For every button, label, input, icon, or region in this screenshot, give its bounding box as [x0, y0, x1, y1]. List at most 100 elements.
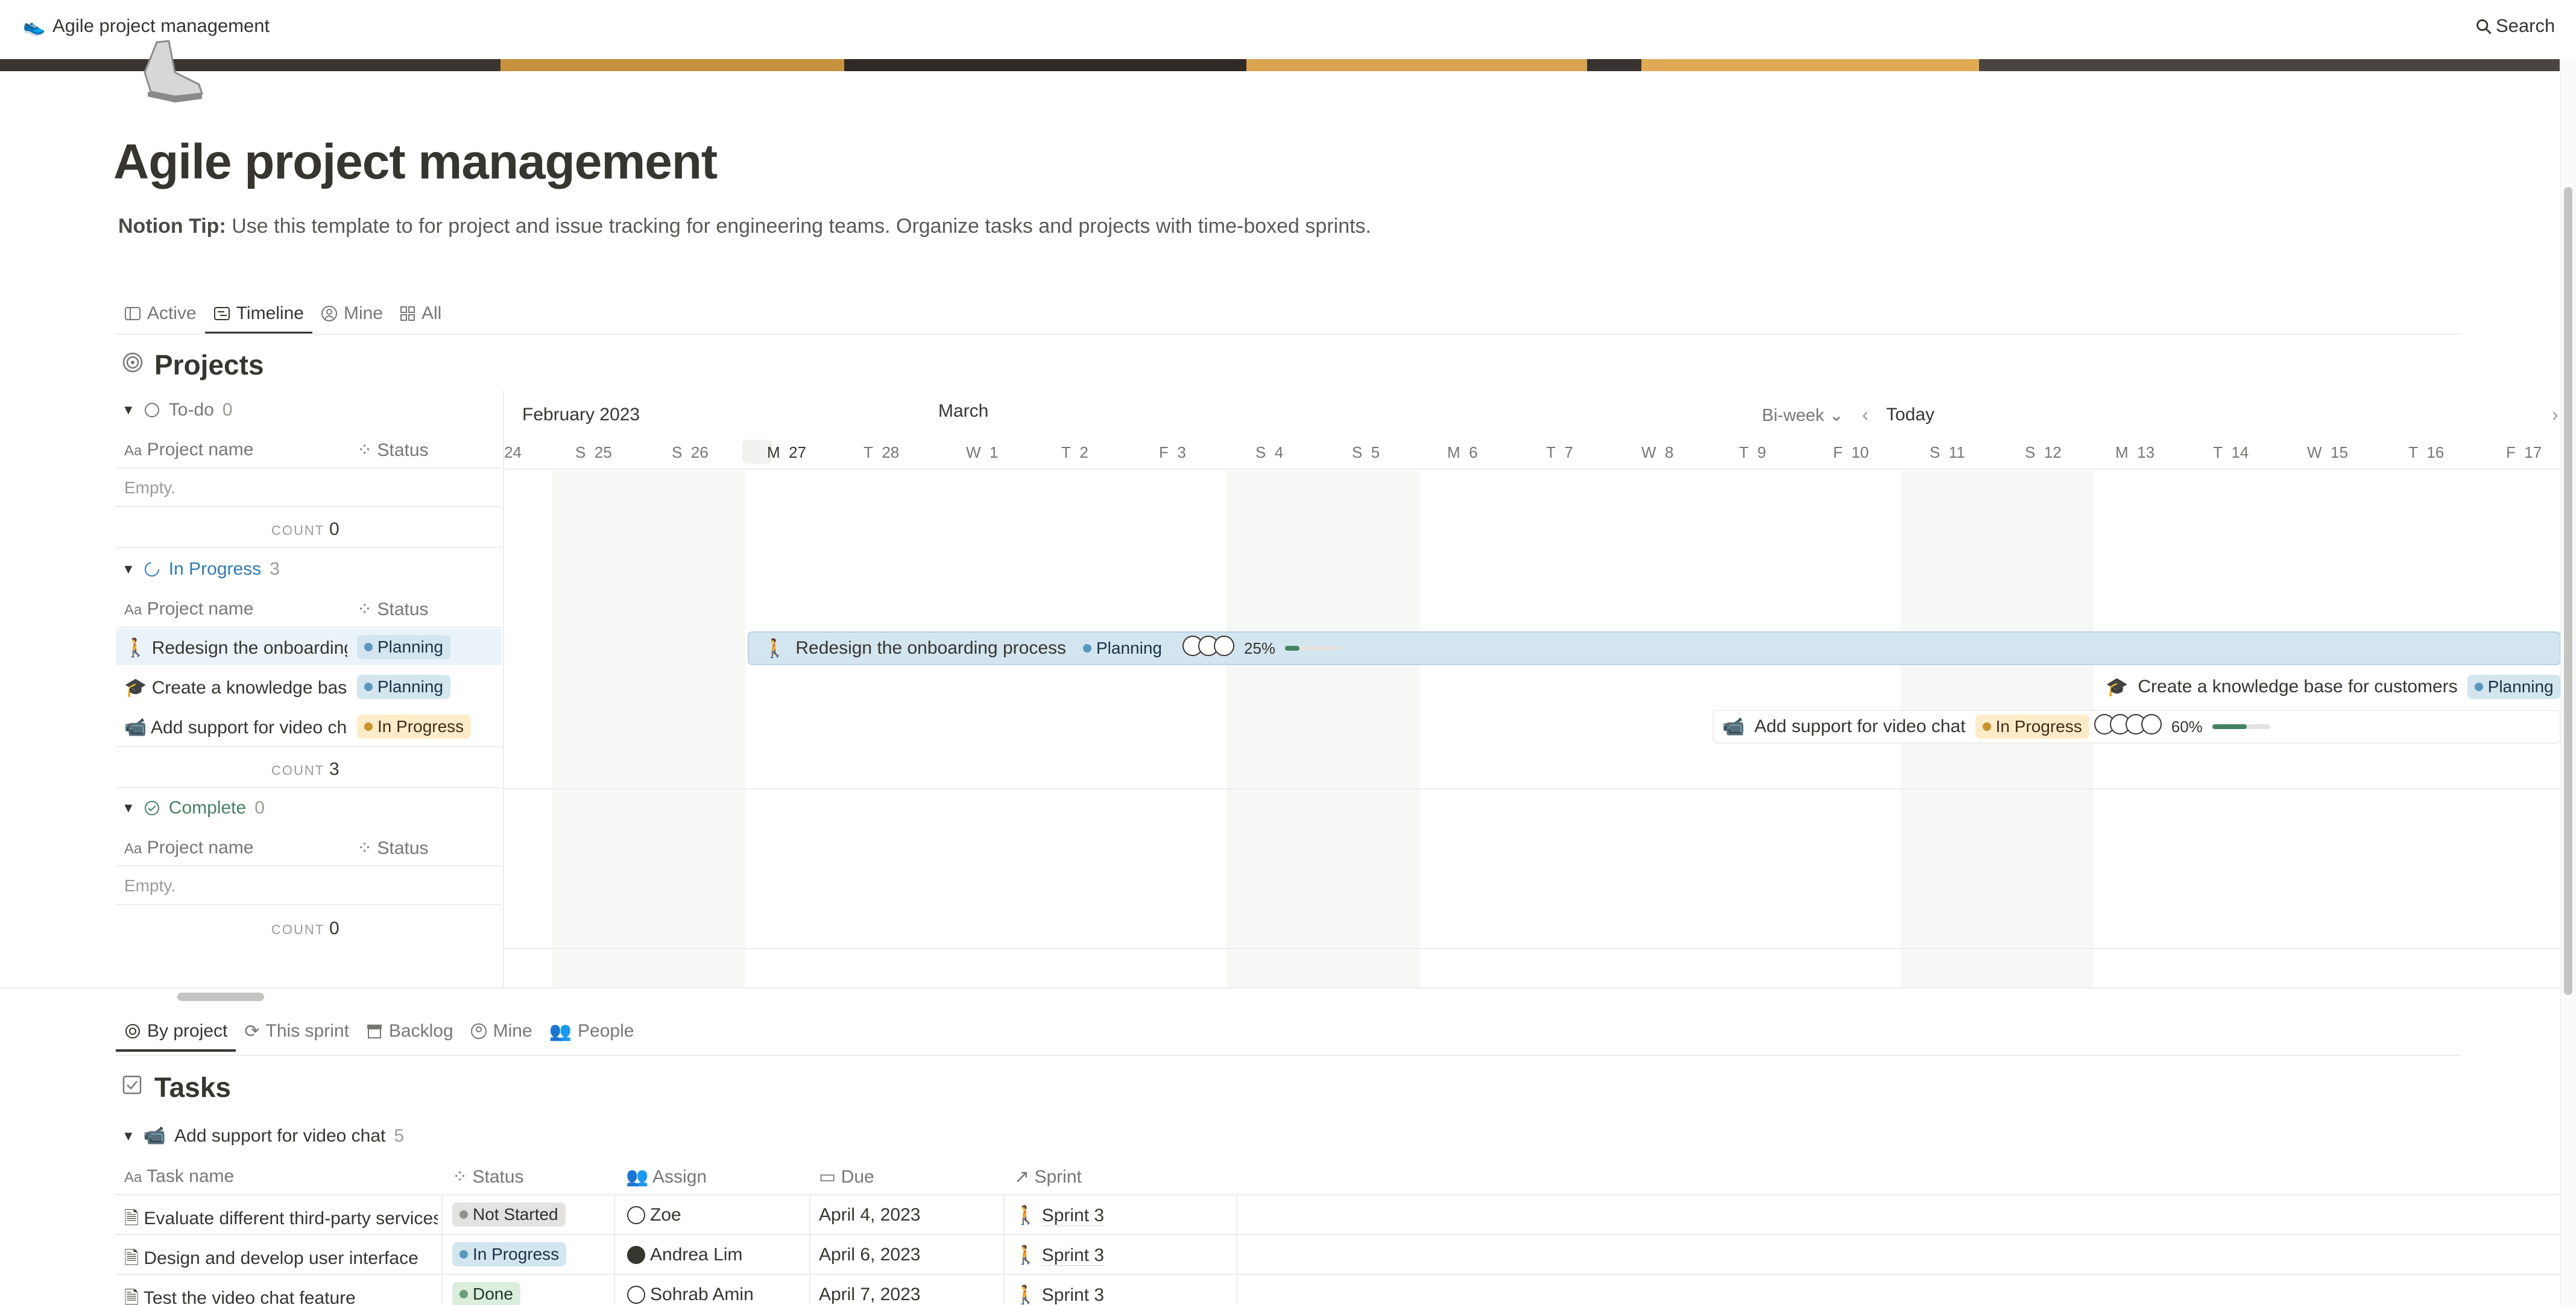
timeline-bar[interactable]: 🚶 Redesign the onboarding process Planni…	[748, 631, 2561, 665]
prev-arrow-icon[interactable]: ‹	[1862, 403, 1869, 426]
toggle-triangle-icon[interactable]: ▼	[122, 561, 135, 577]
toggle-triangle-icon[interactable]: ▼	[122, 800, 135, 816]
horizontal-scrollbar[interactable]	[177, 993, 264, 1001]
task-name-cell[interactable]: 🗎 Evaluate different third-party service…	[124, 1205, 438, 1236]
cover-segment	[0, 59, 500, 71]
target-icon	[125, 1024, 140, 1038]
circle-status-icon	[144, 562, 159, 577]
shoe-icon[interactable]	[115, 36, 205, 115]
task-name: Design and develop user interface	[144, 1248, 418, 1268]
tab-mine[interactable]: Mine	[312, 295, 391, 332]
column-header-task-name[interactable]: Aa Task name	[124, 1166, 234, 1187]
checkbox-icon	[122, 1075, 142, 1095]
group-todo-header[interactable]: ▼ To-do 0	[122, 400, 233, 420]
table-row[interactable]: 🗎 Test the video chat feature Done Sohra…	[116, 1275, 2560, 1305]
sprint-link[interactable]: Sprint 3	[1041, 1205, 1105, 1226]
group-count: 0	[254, 798, 265, 818]
table-row[interactable]: 📹 Add support for video chat In Progress	[116, 709, 502, 745]
status-cell[interactable]: Not Started	[452, 1202, 566, 1227]
status-badge: In Progress	[357, 715, 472, 739]
sprint-cell[interactable]: 🚶 Sprint 3	[1014, 1205, 1105, 1226]
page-icon-small[interactable]: 👟	[23, 16, 45, 37]
column-header-status[interactable]: ⁘ Status	[357, 599, 429, 620]
sprint-cell[interactable]: 🚶 Sprint 3	[1014, 1245, 1105, 1266]
day-label: M 6	[1447, 443, 1478, 461]
status-cell[interactable]: In Progress	[452, 1242, 567, 1266]
sprint-link[interactable]: Sprint 3	[1041, 1285, 1105, 1305]
divider	[0, 987, 2560, 988]
column-header-status[interactable]: ⁘ Status	[452, 1166, 524, 1187]
next-arrow-icon[interactable]: ›	[2552, 403, 2559, 426]
table-row[interactable]: 🗎 Design and develop user interface In P…	[116, 1235, 2560, 1274]
timeline-canvas[interactable]: February 2023 March Bi-week ⌄ ‹ Today › …	[503, 390, 2561, 987]
projects-table: ▼ To-do 0 Aa Project name ⁘ Status Empty…	[116, 390, 502, 987]
due-cell[interactable]: April 4, 2023	[819, 1205, 920, 1225]
tab-timeline[interactable]: Timeline	[204, 295, 312, 334]
table-row[interactable]: 🗎 Evaluate different third-party service…	[116, 1195, 2560, 1234]
tab-active[interactable]: Active	[116, 295, 205, 332]
scale-select[interactable]: Bi-week ⌄	[1762, 405, 1844, 426]
search-icon	[2477, 19, 2492, 34]
document-icon: 🗎	[124, 1209, 139, 1228]
tasks-title: Tasks	[154, 1072, 232, 1103]
status-cell[interactable]: In Progress	[357, 715, 472, 739]
due-cell[interactable]: April 6, 2023	[819, 1245, 920, 1265]
video-camera-icon: 📹	[143, 1126, 166, 1146]
task-name-cell[interactable]: 🗎 Design and develop user interface	[124, 1245, 438, 1275]
tip-label: Notion Tip:	[118, 215, 226, 238]
column-header-name[interactable]: Aa Project name	[124, 440, 253, 460]
column-header-due[interactable]: ▭ Due	[819, 1166, 874, 1187]
timeline-bar[interactable]: 📹 Add support for video chat In Progress…	[1713, 710, 2561, 744]
column-header-status[interactable]: ⁘ Status	[357, 838, 429, 859]
tab-this-sprint[interactable]: ⟳ This sprint	[236, 1013, 358, 1049]
status-badge: In Progress	[1975, 715, 2089, 739]
column-header-name[interactable]: Aa Project name	[124, 838, 253, 858]
column-header-name[interactable]: Aa Project name	[124, 599, 253, 619]
toggle-triangle-icon[interactable]: ▼	[122, 1128, 135, 1144]
day-label: T 28	[863, 443, 900, 461]
sprint-link[interactable]: Sprint 3	[1041, 1245, 1105, 1266]
tab-backlog[interactable]: Backlog	[358, 1013, 462, 1049]
tab-people[interactable]: 👥 People	[541, 1013, 643, 1049]
column-header-sprint[interactable]: ↗ Sprint	[1014, 1166, 1082, 1187]
group-complete-header[interactable]: ▼ Complete 0	[122, 798, 265, 818]
project-name-cell[interactable]: 🚶 Redesign the onboarding process	[124, 637, 347, 659]
status-label: In Progress	[473, 1245, 560, 1263]
task-name-cell[interactable]: 🗎 Test the video chat feature	[124, 1284, 438, 1305]
assignee-avatars	[2094, 714, 2162, 739]
day-label: M 13	[2115, 443, 2155, 461]
task-group-header[interactable]: ▼ 📹 Add support for video chat 5	[122, 1125, 404, 1146]
tab-mine[interactable]: Mine	[462, 1013, 541, 1049]
divider	[116, 787, 502, 788]
vertical-scrollbar[interactable]	[2564, 187, 2572, 995]
status-cell[interactable]: Done	[452, 1282, 520, 1305]
status-cell[interactable]: Planning	[357, 675, 450, 699]
group-label: To-do	[168, 400, 214, 420]
table-row[interactable]: 🚶 Redesign the onboarding process Planni…	[116, 629, 502, 665]
today-button[interactable]: Today	[1886, 405, 1934, 425]
assign-cell[interactable]: Zoe	[627, 1205, 681, 1225]
tab-all[interactable]: All	[391, 295, 450, 332]
project-name-cell[interactable]: 📹 Add support for video chat	[124, 717, 347, 738]
cover-segment	[1979, 59, 2560, 71]
tab-by-project[interactable]: By project	[116, 1013, 236, 1052]
walk-icon: 🚶	[763, 638, 786, 659]
toggle-triangle-icon[interactable]: ▼	[122, 402, 135, 418]
status-icon: ⁘	[357, 599, 373, 619]
table-row[interactable]: 🎓 Create a knowledge base for customers …	[116, 669, 502, 705]
due-cell[interactable]: April 7, 2023	[819, 1284, 920, 1305]
sprint-cell[interactable]: 🚶 Sprint 3	[1014, 1284, 1105, 1305]
project-name-cell[interactable]: 🎓 Create a knowledge base for customers	[124, 677, 347, 698]
breadcrumb-title[interactable]: Agile project management	[52, 15, 270, 37]
timeline-bar[interactable]: 🎓 Create a knowledge base for customers …	[2096, 670, 2561, 704]
day-label: M 27	[767, 443, 807, 461]
search-button[interactable]: Search	[2475, 15, 2555, 37]
column-header-assign[interactable]: 👥 Assign	[626, 1166, 707, 1187]
column-header-status[interactable]: ⁘ Status	[357, 440, 429, 461]
assign-cell[interactable]: Andrea Lim	[627, 1245, 742, 1265]
divider	[116, 547, 502, 548]
status-cell[interactable]: Planning	[357, 635, 450, 659]
group-inprogress-header[interactable]: ▼ In Progress 3	[122, 559, 280, 580]
assign-cell[interactable]: Sohrab Amin	[627, 1284, 754, 1305]
notion-tip: Notion Tip: Use this template to for pro…	[118, 215, 1371, 238]
